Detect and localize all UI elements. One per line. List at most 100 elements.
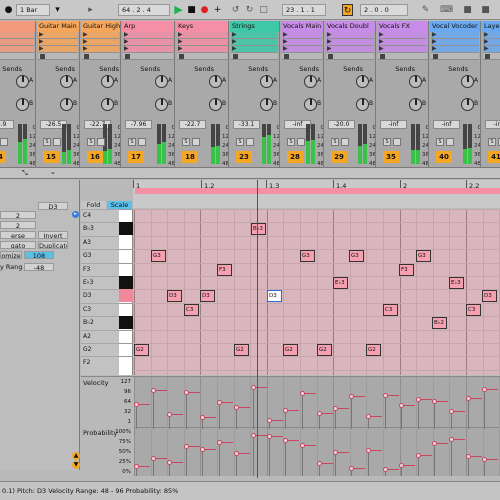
clip-slot[interactable]: ▶ — [0, 46, 34, 53]
send-a-knob[interactable] — [356, 75, 369, 88]
solo-button[interactable]: S — [383, 138, 391, 146]
clip-slot[interactable]: ▶ — [431, 39, 479, 46]
arrangement-position[interactable]: 64 . 2 . 4 — [118, 4, 170, 16]
track-title[interactable]: Vocal Vocoder — [430, 21, 480, 32]
midi-note[interactable]: G2 — [234, 344, 249, 356]
reverse-button[interactable]: erse — [0, 231, 36, 239]
track-activator[interactable]: 17 — [128, 151, 144, 163]
send-a-knob[interactable] — [16, 75, 29, 88]
quantize-select[interactable]: 1 Bar — [16, 4, 50, 16]
clip-slot[interactable] — [431, 53, 479, 60]
send-a-knob[interactable] — [461, 75, 474, 88]
clip-slot[interactable]: ▶ — [483, 46, 500, 53]
midi-note[interactable]: G2 — [317, 344, 332, 356]
clip-slot[interactable]: ▶ — [0, 39, 34, 46]
loop-switch-icon[interactable]: ↻ — [342, 4, 353, 16]
key-map-icon[interactable]: ■ — [462, 4, 473, 16]
send-a-knob[interactable] — [101, 75, 114, 88]
track-activator[interactable]: 40 — [436, 151, 452, 163]
send-a-knob[interactable] — [260, 75, 273, 88]
clip-launch-icon[interactable]: ▶ — [178, 46, 184, 52]
clip-slot[interactable]: ▶ — [431, 46, 479, 53]
send-a-knob[interactable] — [60, 75, 73, 88]
clip-slot[interactable]: ▶ — [326, 32, 374, 39]
clip-stop-icon[interactable] — [433, 54, 438, 59]
solo-button[interactable]: S — [128, 138, 136, 146]
clip-slot[interactable] — [326, 53, 374, 60]
solo-button[interactable]: S — [331, 138, 339, 146]
send-b-knob[interactable] — [60, 98, 73, 111]
clip-launch-icon[interactable]: ▶ — [379, 46, 385, 52]
clip-start-field[interactable]: 2 — [0, 211, 36, 219]
clip-stop-icon[interactable] — [84, 54, 89, 59]
midi-note[interactable]: G2 — [134, 344, 149, 356]
clip-slot[interactable]: ▶ — [326, 46, 374, 53]
volume-field[interactable]: -33.1 — [233, 120, 260, 129]
clip-stop-icon[interactable] — [179, 54, 184, 59]
arm-button[interactable] — [53, 138, 61, 146]
clip-slot[interactable]: ▶ — [378, 32, 427, 39]
clip-launch-icon[interactable]: ▶ — [39, 46, 45, 52]
link-icon[interactable]: ● — [3, 4, 14, 16]
solo-button[interactable]: S — [182, 138, 190, 146]
clip-slot[interactable]: ▶ — [38, 46, 78, 53]
track-activator[interactable]: 16 — [87, 151, 103, 163]
clip-slot[interactable]: ▶ — [177, 39, 227, 46]
clip-slot[interactable]: ▶ — [38, 32, 78, 39]
track-activator[interactable]: 28 — [287, 151, 303, 163]
send-b-knob[interactable] — [155, 98, 168, 111]
clip-launch-icon[interactable]: ▶ — [432, 46, 438, 52]
midi-note[interactable]: C3 — [184, 303, 199, 316]
solo-button[interactable]: S — [488, 138, 496, 146]
expand-icon[interactable]: ⤡ — [22, 169, 28, 178]
track-activator[interactable]: 18 — [182, 151, 198, 163]
clip-slot[interactable]: ▶ — [231, 39, 278, 46]
record-icon[interactable]: ● — [199, 4, 210, 16]
velocity-range-field[interactable]: -48 — [24, 263, 54, 271]
midi-map-icon[interactable]: ■ — [480, 4, 491, 16]
black-key[interactable] — [119, 276, 133, 289]
randomize-button[interactable]: omize — [0, 251, 22, 259]
clip-slot[interactable]: ▶ — [82, 46, 119, 53]
clip-slot[interactable]: ▶ — [326, 39, 374, 46]
play-icon[interactable]: ▶ — [173, 4, 184, 16]
clip-stop-icon[interactable] — [380, 54, 385, 59]
midi-note[interactable]: E♭3 — [333, 277, 348, 289]
arm-button[interactable] — [446, 138, 454, 146]
midi-note[interactable]: G3 — [349, 250, 364, 263]
clip-slot[interactable] — [282, 53, 322, 60]
solo-button[interactable]: S — [236, 138, 244, 146]
clip-slot[interactable]: ▶ — [378, 46, 427, 53]
midi-note[interactable]: F3 — [399, 263, 414, 276]
piano-keys[interactable] — [119, 209, 133, 375]
send-b-knob[interactable] — [209, 98, 222, 111]
arm-button[interactable] — [297, 138, 305, 146]
stop-icon[interactable]: ■ — [186, 4, 197, 16]
beat-ruler[interactable]: 1 1.2 1.3 1.4 2 2.2 — [133, 180, 500, 208]
clip-slot[interactable]: ▶ — [378, 39, 427, 46]
volume-field[interactable]: -inf — [485, 120, 500, 129]
send-b-knob[interactable] — [356, 98, 369, 111]
arm-button[interactable] — [0, 138, 8, 146]
clip-slot[interactable] — [123, 53, 173, 60]
midi-note[interactable]: D3 — [482, 290, 497, 303]
loop-length[interactable]: 2 . 0 . 0 — [360, 4, 408, 16]
clip-slot[interactable]: ▶ — [123, 39, 173, 46]
clip-slot[interactable]: ▶ — [123, 32, 173, 39]
send-b-knob[interactable] — [409, 98, 422, 111]
track-title[interactable]: Strings — [230, 21, 279, 32]
lane-up-icon[interactable]: ▲ — [72, 452, 80, 460]
volume-field[interactable]: -20.0 — [328, 120, 355, 129]
volume-field[interactable]: -inf — [380, 120, 407, 129]
midi-note[interactable]: G2 — [366, 344, 381, 356]
track-activator[interactable]: 15 — [43, 151, 59, 163]
clip-launch-icon[interactable]: ▶ — [283, 46, 289, 52]
send-b-knob[interactable] — [304, 98, 317, 111]
clip-slot[interactable]: ▶ — [231, 32, 278, 39]
midi-note[interactable]: D3 — [267, 290, 282, 303]
track-activator[interactable]: 14 — [0, 151, 6, 163]
automation-arm-icon[interactable]: ↺ — [230, 4, 241, 16]
clip-stop-icon[interactable] — [485, 54, 490, 59]
send-a-knob[interactable] — [209, 75, 222, 88]
send-a-knob[interactable] — [304, 75, 317, 88]
